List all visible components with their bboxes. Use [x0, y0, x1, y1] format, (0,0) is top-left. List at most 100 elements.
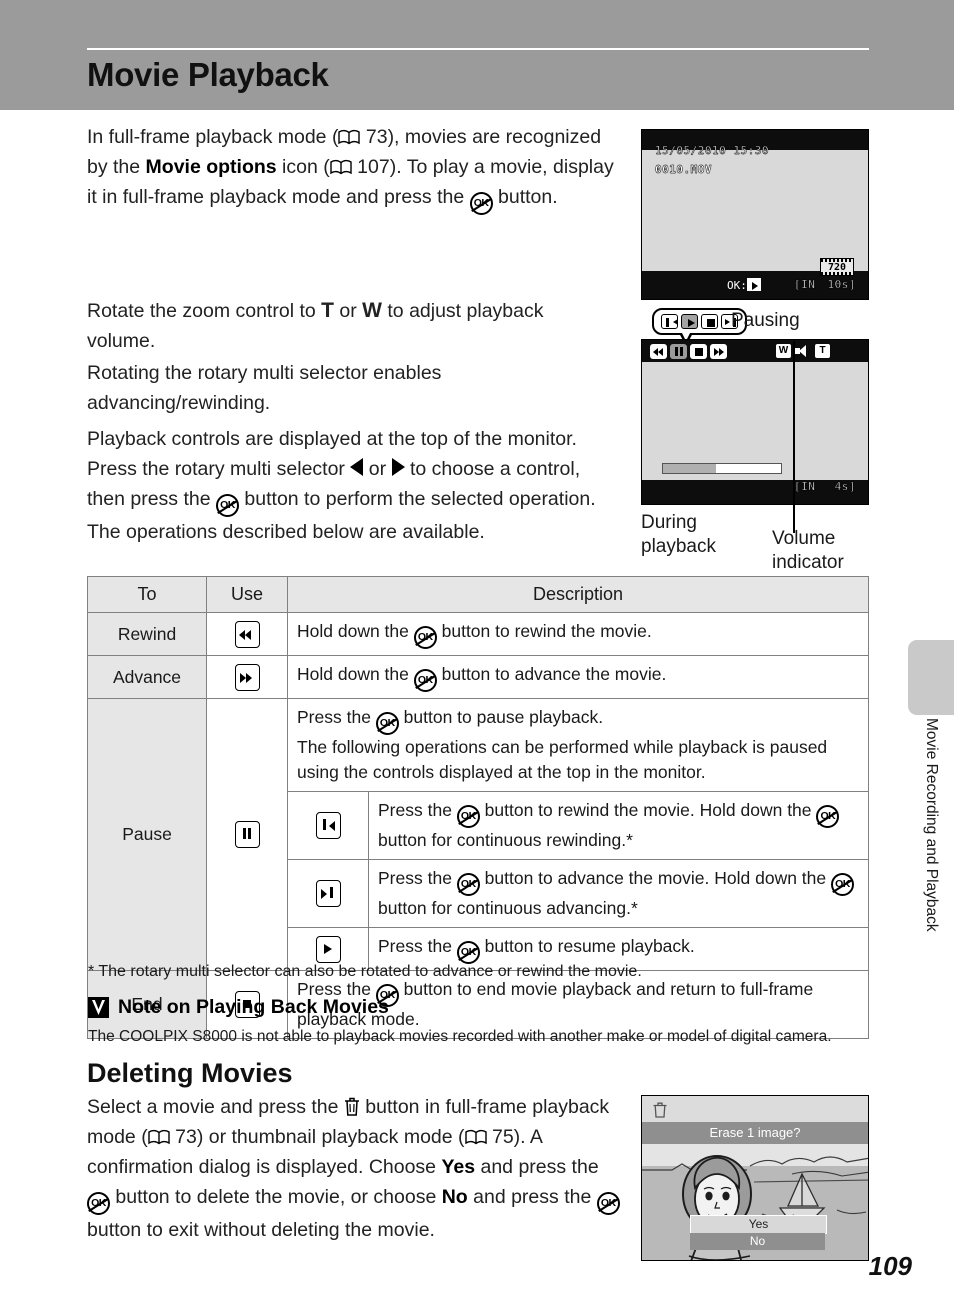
ok-button-icon: OK: [87, 1192, 110, 1215]
movie-filename: 0010.MOV: [655, 163, 712, 176]
subrow-icon-cell: [287, 791, 369, 860]
desc-part-b: button to advance the movie. Hold down t…: [479, 868, 831, 888]
ok-button-icon: OK: [413, 669, 437, 692]
table-header-row: To Use Description: [87, 576, 869, 613]
desc-part-b: button to pause playback.: [398, 707, 604, 727]
step-advance-icon: [315, 880, 341, 907]
table-row: Advance Hold down the OK button to advan…: [87, 655, 869, 699]
desc-part-a: Press the: [378, 868, 457, 888]
ok-play-hint: OK:: [727, 278, 761, 292]
desc-part-b: button to resume playback.: [479, 936, 695, 956]
elapsed-time: 4s]: [834, 480, 856, 493]
desc-part-c: button for continuous rewinding.*: [378, 830, 633, 850]
p5-ref2: 75: [491, 1126, 514, 1148]
pause-desc-line1: Press the OK button to pause playback.: [297, 705, 859, 735]
play-icon: [315, 935, 341, 963]
tele-letter: T: [321, 299, 334, 322]
ok-button-icon: OK: [831, 873, 854, 896]
row-label-pause: Pause: [87, 698, 207, 971]
ok-button-icon: OK: [456, 873, 480, 896]
capture-datetime: 15/05/2010 15:30: [655, 144, 769, 157]
erase-no-button[interactable]: No: [690, 1233, 825, 1250]
ok-button-icon: OK: [216, 494, 239, 517]
ok-button-icon: OK: [469, 192, 493, 215]
erase-yes-button[interactable]: Yes: [690, 1215, 827, 1234]
desc-part-b: button to advance the movie.: [436, 664, 667, 684]
book-reference-icon: [338, 129, 361, 145]
volume-paragraph: Rotate the zoom control to T or W to adj…: [87, 296, 615, 356]
table-row: Rewind Hold down the OK button to rewind…: [87, 612, 869, 656]
play-icon: [746, 278, 761, 291]
p5-yes-bold: Yes: [441, 1156, 476, 1178]
intro-paragraph: In full-frame playback mode ( 73), movie…: [87, 122, 617, 215]
para2-b: or: [333, 300, 363, 322]
dialog-top-bar: [642, 1096, 868, 1122]
speaker-icon: [795, 344, 811, 358]
desc-part-a: Press the: [378, 936, 457, 956]
controls-paragraph: Playback controls are displayed at the t…: [87, 424, 615, 547]
pause-icon: [234, 821, 260, 848]
trash-icon: [344, 1095, 360, 1116]
para1-ref1: 73: [365, 126, 388, 148]
desc-part-a: Hold down the: [297, 664, 414, 684]
during-playback-screenshot: W T [IN 4s]: [641, 339, 869, 505]
screen-bottom-bar: OK: [IN 10s]: [642, 271, 868, 299]
chapter-tab-label: Movie Recording and Playback: [923, 718, 940, 932]
column-header-use: Use: [206, 576, 288, 613]
wide-letter: W: [362, 299, 382, 322]
para1-mid2: icon (: [276, 156, 330, 178]
book-reference-icon: [330, 159, 352, 175]
chapter-tab: [908, 640, 954, 715]
memory-indicator: [IN: [794, 278, 816, 291]
during-playback-caption: During playback: [641, 512, 716, 557]
play-icon: [681, 314, 698, 329]
row-icon-cell: [206, 655, 288, 699]
zoom-tele-key: T: [815, 344, 830, 358]
playback-control-strip: [650, 344, 727, 359]
memory-indicator: [IN: [794, 480, 816, 493]
row-description: Hold down the OK button to advance the m…: [287, 655, 869, 699]
erase-dialog-screenshot: Erase 1 image? Yes No: [641, 1095, 869, 1261]
note-heading: Note on Playing Back Movies: [88, 996, 389, 1019]
table-row: Pause Press the OK button to pause playb…: [87, 698, 869, 971]
page-title: Movie Playback: [87, 56, 329, 93]
zoom-wide-key: W: [776, 344, 791, 358]
p5-ref1: 73: [175, 1126, 197, 1148]
para2-a: Rotate the zoom control to: [87, 300, 322, 322]
p5-f: button to delete the movie, or choose: [110, 1186, 442, 1208]
playback-progress-fill: [663, 464, 717, 473]
para1-pre: In full-frame playback mode (: [87, 126, 339, 148]
ok-play-label: OK:: [727, 279, 747, 292]
desc-part-c: button for continuous advancing.*: [378, 898, 638, 918]
desc-part-a: Press the: [297, 707, 376, 727]
deleting-movies-paragraph: Select a movie and press the button in f…: [87, 1092, 627, 1245]
rewind-icon: [650, 344, 667, 359]
p5-a: Select a movie and press the: [87, 1096, 344, 1118]
pausing-caption: Pausing: [731, 310, 800, 331]
pause-icon: [670, 344, 687, 359]
arrow-right-icon: [391, 458, 405, 476]
row-label-rewind: Rewind: [87, 612, 207, 656]
fullframe-playback-screenshot: 720 15/05/2010 15:30 0010.MOV OK: [IN 10…: [641, 129, 869, 300]
p5-e: and press the: [475, 1156, 599, 1178]
subrow-description: Press the OK button to advance the movie…: [368, 859, 869, 928]
ok-button-icon: OK: [456, 941, 480, 964]
advance-icon: [710, 344, 727, 359]
arrow-left-icon: [350, 458, 364, 476]
desc-part-b: button to rewind the movie.: [436, 621, 652, 641]
table-footnote: * The rotary multi selector can also be …: [88, 963, 642, 980]
subrow-icon-cell: [287, 859, 369, 928]
screen-image-area: [642, 362, 868, 480]
para1-end: button.: [492, 186, 558, 208]
book-reference-icon: [464, 1129, 487, 1145]
volume-indicator-strip: W T: [776, 344, 830, 358]
p5-h: button to exit without deleting the movi…: [87, 1219, 435, 1241]
movie-options-bold: Movie options: [145, 156, 277, 178]
row-description: Press the OK button to pause playback. T…: [287, 698, 869, 792]
ok-button-icon: OK: [816, 805, 840, 828]
stop-icon: [701, 314, 718, 329]
stop-icon: [690, 344, 707, 359]
section-heading-deleting-movies: Deleting Movies: [87, 1058, 293, 1088]
movie-duration: 10s]: [827, 278, 856, 291]
caution-icon: [88, 997, 109, 1018]
